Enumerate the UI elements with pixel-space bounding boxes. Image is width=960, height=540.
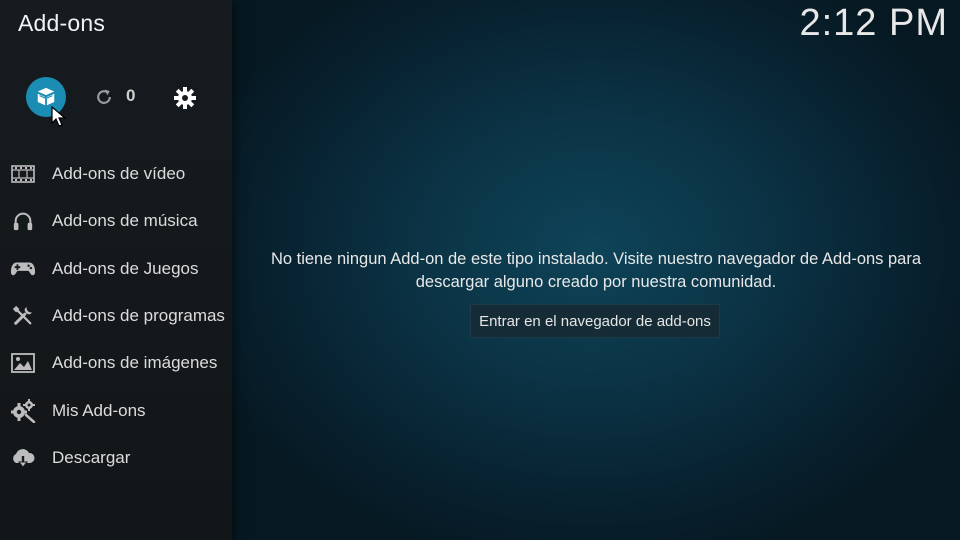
- sidebar-item-label: Mis Add-ons: [52, 401, 146, 420]
- cloud-download-icon: [13, 449, 35, 468]
- gears-icon: [11, 399, 36, 423]
- update-count: 0: [126, 86, 136, 105]
- refresh-icon: [97, 89, 111, 104]
- sidebar-item-label: Add-ons de imágenes: [52, 353, 218, 372]
- sidebar-item-program-addons[interactable]: Add-ons de programas: [0, 294, 232, 338]
- picture-icon: [11, 353, 35, 373]
- sidebar-item-label: Add-ons de vídeo: [52, 164, 186, 183]
- empty-state-line-2: descargar alguno creado por nuestra comu…: [415, 273, 777, 291]
- sidebar-item-label: Add-ons de Juegos: [52, 259, 199, 278]
- sidebar-item-music-addons[interactable]: Add-ons de música: [0, 199, 232, 243]
- sidebar-item-download[interactable]: Descargar: [0, 436, 232, 480]
- sidebar-item-label: Add-ons de programas: [52, 306, 225, 325]
- sidebar-item-game-addons[interactable]: Add-ons de Juegos: [0, 247, 232, 291]
- main-content: No tiene ningun Add-on de este tipo inst…: [232, 0, 960, 540]
- sidebar-item-my-addons[interactable]: Mis Add-ons: [0, 389, 232, 433]
- gamepad-icon: [10, 262, 36, 276]
- settings-button[interactable]: [172, 85, 198, 111]
- headphones-icon: [13, 212, 33, 231]
- film-icon: [11, 165, 35, 183]
- clock: 2:12 PM: [799, 2, 948, 44]
- sidebar-item-label: Descargar: [52, 448, 131, 467]
- tools-icon: [12, 305, 33, 325]
- gear-icon: [174, 87, 196, 109]
- enter-addon-browser-button[interactable]: Entrar en el navegador de add-ons: [470, 304, 720, 338]
- empty-state-line-1: No tiene ningun Add-on de este tipo inst…: [270, 250, 922, 268]
- sidebar-item-label: Add-ons de música: [52, 211, 198, 230]
- sidebar-item-video-addons[interactable]: Add-ons de vídeo: [0, 152, 232, 196]
- sidebar: Add-ons 0 Add-ons de vídeo Add-ons de mú…: [0, 0, 232, 540]
- check-updates-button[interactable]: [92, 85, 116, 109]
- empty-state-message: No tiene ningun Add-on de este tipo inst…: [232, 248, 960, 294]
- open-box-icon: [37, 87, 55, 106]
- sidebar-item-picture-addons[interactable]: Add-ons de imágenes: [0, 341, 232, 385]
- mouse-pointer-icon: [51, 106, 67, 127]
- page-title: Add-ons: [18, 10, 106, 36]
